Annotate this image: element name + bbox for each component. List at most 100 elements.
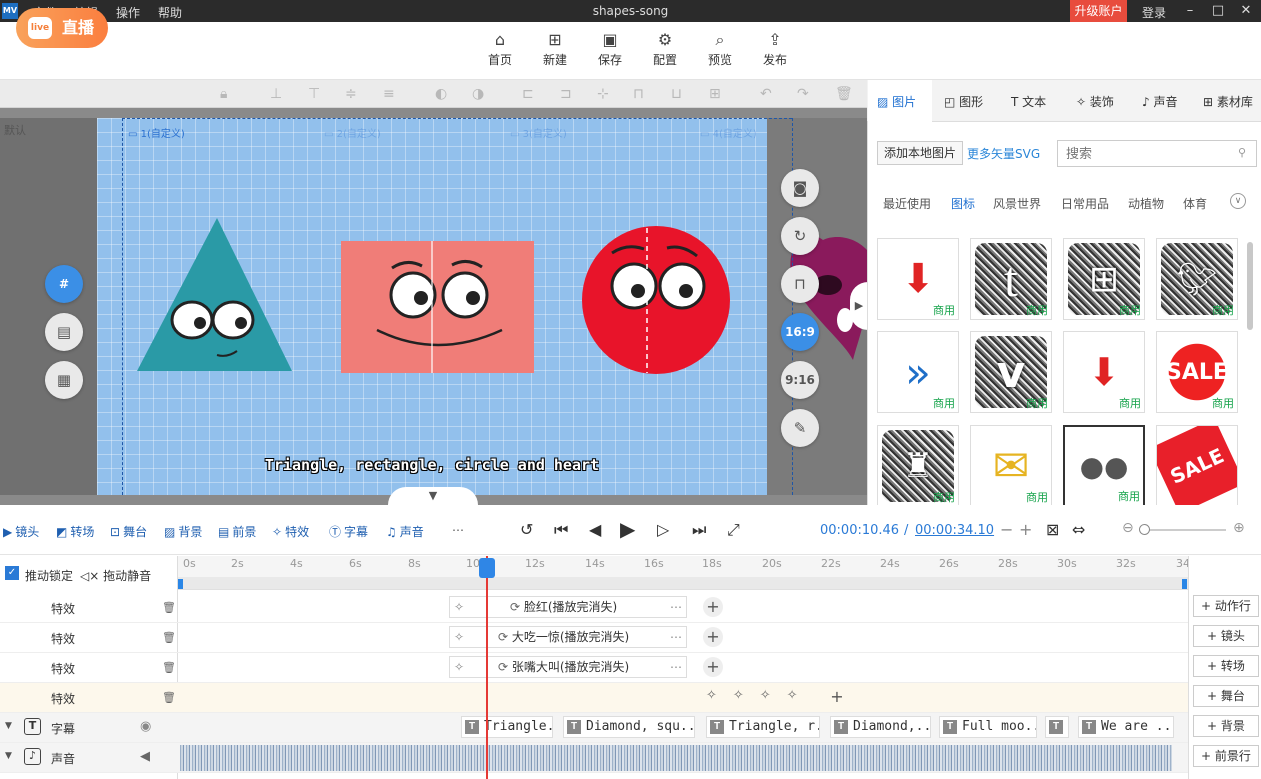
preview-button[interactable]: ⌕ 预览	[695, 29, 745, 68]
category-icons[interactable]: 图标	[951, 195, 975, 212]
config-button[interactable]: ⚙ 配置	[640, 29, 690, 68]
tab-library[interactable]: ⊞ 素材库	[1203, 93, 1253, 110]
subtitle-clip[interactable]: T Diamond,...	[830, 716, 931, 738]
subtitle-clip[interactable]: T Triangle...	[461, 716, 553, 738]
zoom-in-icon[interactable]: ⊕	[1233, 520, 1245, 536]
trash-icon[interactable]: 🗑︎	[162, 601, 176, 614]
subtitle-clip[interactable]: T Triangle, r...	[706, 716, 820, 738]
align-bottom-edge-icon[interactable]: ⊔	[671, 86, 682, 102]
home-button[interactable]: ⌂ 首页	[475, 29, 525, 68]
asset-sale-arrow[interactable]: SALE	[1156, 425, 1238, 507]
zoom-handle[interactable]	[1139, 524, 1150, 535]
mute-toggle[interactable]: ◁× 拖动静音	[80, 567, 151, 584]
asset-tumblr[interactable]: t 商用	[970, 238, 1052, 320]
more-icon[interactable]: ⋯	[670, 597, 682, 617]
eye-icon[interactable]: ◉	[140, 719, 151, 734]
camera-4-label[interactable]: ▭ 4(自定义)	[700, 125, 757, 140]
effect-clip[interactable]: ✧ ⟳ 大吃一惊(播放完消失) ⋯	[449, 626, 687, 648]
add-action-row-button[interactable]: + 动作行	[1193, 595, 1259, 617]
align-top-icon[interactable]: ⊥	[270, 86, 282, 102]
asset-scrollbar[interactable]	[1247, 242, 1253, 330]
add-camera-button[interactable]: ▶ 镜头	[3, 523, 39, 540]
align-middle-icon[interactable]: ⊤	[308, 86, 320, 102]
step-forward-icon[interactable]: ▷	[657, 520, 669, 539]
panel-expand-toggle[interactable]: ▶	[850, 282, 868, 330]
spread-icon[interactable]: ⊞	[709, 86, 721, 102]
expand-triangle-icon[interactable]: ▼	[5, 721, 12, 731]
redo-icon[interactable]: ↷	[797, 86, 809, 102]
more-icon[interactable]: ⋯	[670, 627, 682, 647]
tab-shapes[interactable]: ◰ 图形	[944, 93, 983, 110]
subtitle-clip[interactable]: T	[1045, 716, 1069, 738]
range-bar[interactable]	[178, 577, 1188, 589]
tab-text[interactable]: T 文本	[1011, 93, 1046, 110]
new-button[interactable]: ⊞ 新建	[530, 29, 580, 68]
asset-robot[interactable]: ♜ 商用	[877, 425, 959, 507]
range-end-handle[interactable]	[1182, 579, 1187, 589]
subtitle-clip[interactable]: T We are ...	[1078, 716, 1174, 738]
expand-triangle-icon[interactable]: ▼	[5, 751, 12, 761]
effect-markers[interactable]: ✧✧✧✧	[706, 688, 814, 703]
ratio-16-9-button[interactable]: 16:9	[781, 313, 819, 351]
trash-icon[interactable]: 🗑︎	[162, 661, 176, 674]
more-svg-link[interactable]: 更多矢量SVG	[967, 145, 1040, 162]
login-link[interactable]: 登录	[1142, 4, 1166, 21]
category-more-icon[interactable]: ∨	[1230, 193, 1246, 209]
category-sports[interactable]: 体育	[1183, 195, 1207, 212]
more-icon[interactable]: ⋯	[670, 657, 682, 677]
camera-2-label[interactable]: ▭ 2(自定义)	[324, 125, 381, 140]
tab-sound[interactable]: ♪ 声音	[1142, 93, 1178, 110]
camera-1-label[interactable]: ▭ 1(自定义)	[128, 125, 185, 140]
subtitle-clip[interactable]: T Full moo...	[939, 716, 1037, 738]
add-effect-plus[interactable]: +	[827, 687, 847, 707]
category-animals[interactable]: 动植物	[1128, 195, 1164, 212]
step-back-icon[interactable]: ◀	[589, 520, 601, 539]
asset-download-pin[interactable]: ⬇ 商用	[1063, 331, 1145, 413]
add-stage-button[interactable]: ⊡ 舞台	[110, 523, 147, 540]
add-sound-button[interactable]: ♫ 声音	[386, 523, 424, 540]
zoom-slider[interactable]	[1142, 529, 1226, 531]
upgrade-button[interactable]: 升级账户	[1070, 0, 1127, 22]
filmstrip-button[interactable]: ▤	[45, 313, 83, 351]
add-stage-row-button[interactable]: + 舞台	[1193, 685, 1259, 707]
scene-settings-button[interactable]: ▦	[45, 361, 83, 399]
publish-button[interactable]: ⇪ 发布	[750, 29, 800, 68]
volume-icon[interactable]: ◀︎	[140, 749, 150, 764]
add-subtitle-button[interactable]: Ⓣ 字幕	[329, 523, 368, 540]
unlock-button[interactable]: ⊓	[781, 265, 819, 303]
save-button[interactable]: ▣ 保存	[585, 29, 635, 68]
align-bottom-icon[interactable]: ≡	[383, 86, 395, 102]
minimize-icon[interactable]: –	[1181, 2, 1199, 20]
play-icon[interactable]: ▶	[620, 517, 635, 541]
undo-icon[interactable]: ↶	[760, 86, 772, 102]
asset-windows[interactable]: ⊞ 商用	[1063, 238, 1145, 320]
skip-end-icon[interactable]: ⏭	[692, 520, 706, 540]
add-effect-button[interactable]: ✧ 特效	[272, 523, 309, 540]
align-center-icon[interactable]: ≑	[345, 86, 357, 102]
tab-decor[interactable]: ✧ 装饰	[1076, 93, 1114, 110]
asset-download-red[interactable]: ⬇ 商用	[877, 238, 959, 320]
add-local-image-button[interactable]: 添加本地图片	[877, 141, 963, 165]
search-input[interactable]	[1057, 140, 1257, 167]
rewind-icon[interactable]: ↺	[520, 520, 533, 539]
asset-flickr[interactable]: ●● 商用	[1063, 425, 1145, 507]
flip-h-icon[interactable]: ◐	[435, 86, 447, 102]
skip-start-icon[interactable]: ⏮	[554, 520, 568, 540]
add-transition-button[interactable]: ◩ 转场	[56, 523, 94, 540]
lock-checkbox[interactable]: ✓	[5, 566, 19, 580]
range-start-handle[interactable]	[178, 579, 183, 589]
trash-icon[interactable]: 🗑︎	[162, 631, 176, 644]
fullscreen-icon[interactable]: ⤢	[727, 520, 740, 540]
asset-twitter[interactable]: 🐦︎ 商用	[1156, 238, 1238, 320]
delete-frame-icon[interactable]: ⊠	[1046, 520, 1059, 539]
total-time[interactable]: 00:00:34.10	[915, 523, 994, 538]
close-icon[interactable]: ✕	[1237, 2, 1255, 20]
add-foreground-button[interactable]: ▤ 前景	[218, 523, 256, 540]
snapshot-button[interactable]: ◙	[781, 169, 819, 207]
live-button[interactable]: live 直播	[16, 8, 108, 48]
distribute-icon[interactable]: ⊹	[597, 86, 609, 102]
asset-mail[interactable]: ✉ 商用	[970, 425, 1052, 507]
category-scenery[interactable]: 风景世界	[993, 195, 1041, 212]
lock-icon[interactable]: 🔒︎	[220, 86, 227, 102]
add-transition-row-button[interactable]: + 转场	[1193, 655, 1259, 677]
